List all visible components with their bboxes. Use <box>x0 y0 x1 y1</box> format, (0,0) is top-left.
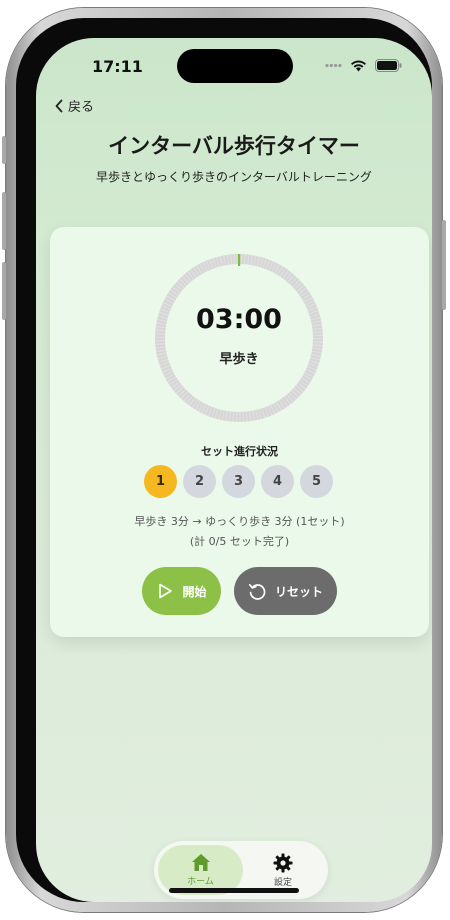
dynamic-island <box>177 49 293 83</box>
reset-button[interactable]: リセット <box>234 567 337 615</box>
tab-settings-label: 設定 <box>273 877 292 888</box>
timer-card: 03:00 早歩き セット進行状況 1 2 3 4 5 早歩き 3分 → ゆっく… <box>50 227 429 637</box>
progress-ring-indicator <box>238 254 241 266</box>
completed-sets-text: (計 0/5 セット完了) <box>189 535 290 548</box>
set-progress-label: セット進行状況 <box>201 445 278 458</box>
volume-up-button <box>2 192 6 250</box>
play-icon <box>159 583 173 599</box>
bezel: 17:11 戻る インターバル歩行タイマー 早歩きとゆっくり歩きのインターバルト… <box>16 18 432 902</box>
set-indicator-2: 2 <box>183 465 216 498</box>
timer-ring: 03:00 早歩き <box>153 252 325 424</box>
page-subtitle: 早歩きとゆっくり歩きのインターバルトレーニング <box>96 170 372 184</box>
gear-icon <box>273 853 293 872</box>
action-button <box>2 136 6 164</box>
interval-description: 早歩き 3分 → ゆっくり歩き 3分 (1セット) <box>134 515 345 528</box>
power-button <box>442 220 446 310</box>
home-icon <box>191 854 210 871</box>
phase-label: 早歩き <box>219 352 259 367</box>
timer-display: 03:00 <box>196 304 282 335</box>
set-indicator-4: 4 <box>261 465 294 498</box>
battery-icon <box>375 59 402 72</box>
reset-icon <box>248 583 266 600</box>
chevron-left-icon <box>55 99 63 112</box>
progress-ring <box>155 254 323 422</box>
set-indicators: 1 2 3 4 5 <box>144 465 333 498</box>
page-title: インターバル歩行タイマー <box>108 134 360 158</box>
set-indicator-5: 5 <box>300 465 333 498</box>
cellular-icon <box>325 63 342 68</box>
tab-home-label: ホーム <box>187 877 214 887</box>
back-label: 戻る <box>68 100 95 115</box>
set-indicator-1: 1 <box>144 465 177 498</box>
set-indicator-3: 3 <box>222 465 255 498</box>
wifi-icon <box>351 60 366 71</box>
home-indicator <box>169 888 299 893</box>
start-button-label: 開始 <box>182 584 207 599</box>
status-icons <box>325 59 402 72</box>
start-button[interactable]: 開始 <box>142 567 221 615</box>
back-button[interactable]: 戻る <box>54 96 94 115</box>
phone-frame: 17:11 戻る インターバル歩行タイマー 早歩きとゆっくり歩きのインターバルト… <box>2 8 446 912</box>
screen: 17:11 戻る インターバル歩行タイマー 早歩きとゆっくり歩きのインターバルト… <box>36 38 432 902</box>
status-time: 17:11 <box>92 57 143 76</box>
volume-down-button <box>2 262 6 320</box>
reset-button-label: リセット <box>274 584 323 599</box>
